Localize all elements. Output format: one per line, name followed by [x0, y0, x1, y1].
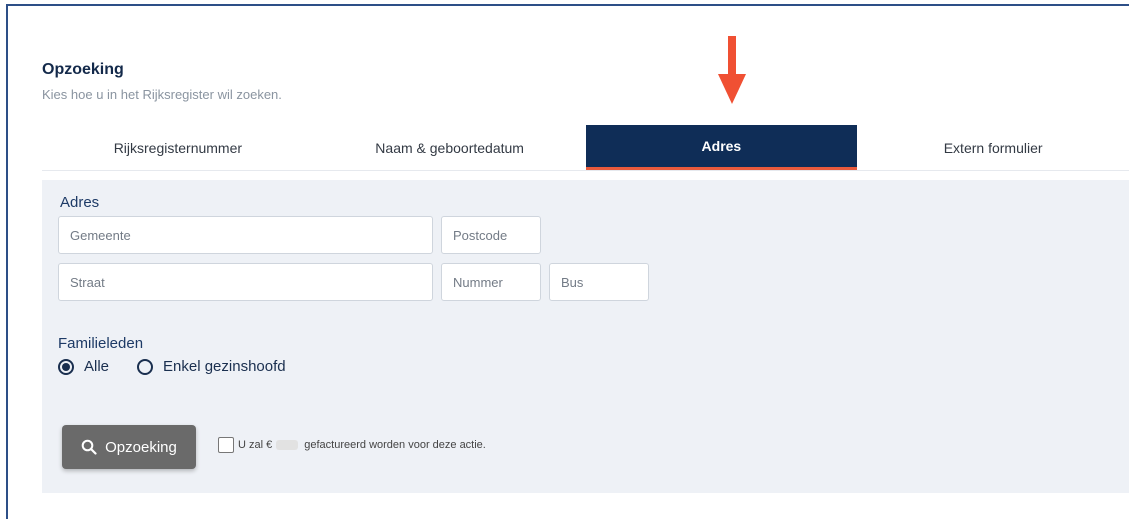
radio-unselected-icon	[137, 358, 154, 375]
tab-rijksregisternummer[interactable]: Rijksregisternummer	[42, 125, 314, 170]
radio-alle-label: Alle	[84, 358, 110, 375]
radio-selected-icon	[58, 358, 74, 375]
gemeente-field[interactable]	[58, 216, 433, 254]
address-section-label: Adres	[60, 194, 100, 211]
nummer-field[interactable]	[441, 263, 541, 301]
family-section-label: Familieleden	[58, 335, 144, 352]
search-button[interactable]: Opzoeking	[62, 425, 196, 469]
search-method-tabs: Rijksregisternummer Naam & geboortedatum…	[42, 125, 1129, 171]
tab-extern-formulier[interactable]: Extern formulier	[857, 125, 1129, 170]
bus-field[interactable]	[549, 263, 649, 301]
tab-naam-geboortedatum[interactable]: Naam & geboortedatum	[314, 125, 586, 170]
search-button-label: Opzoeking	[105, 438, 177, 456]
billing-checkbox[interactable]	[218, 437, 234, 453]
billing-consent: U zal € gefactureerd worden voor deze ac…	[218, 437, 486, 453]
arrow-down-icon	[718, 36, 746, 104]
radio-enkel-gezinshoofd-label: Enkel gezinshoofd	[163, 358, 286, 375]
page-subtitle: Kies hoe u in het Rijksregister wil zoek…	[42, 87, 282, 102]
page-title: Opzoeking	[42, 61, 124, 78]
postcode-field[interactable]	[441, 216, 541, 254]
straat-field[interactable]	[58, 263, 433, 301]
billing-text-suffix: gefactureerd worden voor deze actie.	[304, 439, 486, 451]
family-radio-group: Alle Enkel gezinshoofd	[58, 358, 314, 375]
radio-enkel-gezinshoofd[interactable]: Enkel gezinshoofd	[137, 358, 286, 375]
radio-alle[interactable]: Alle	[58, 358, 109, 375]
redacted-amount	[276, 440, 299, 450]
search-icon	[81, 439, 97, 455]
tab-adres[interactable]: Adres	[585, 125, 858, 170]
billing-text-prefix: U zal €	[238, 439, 273, 451]
